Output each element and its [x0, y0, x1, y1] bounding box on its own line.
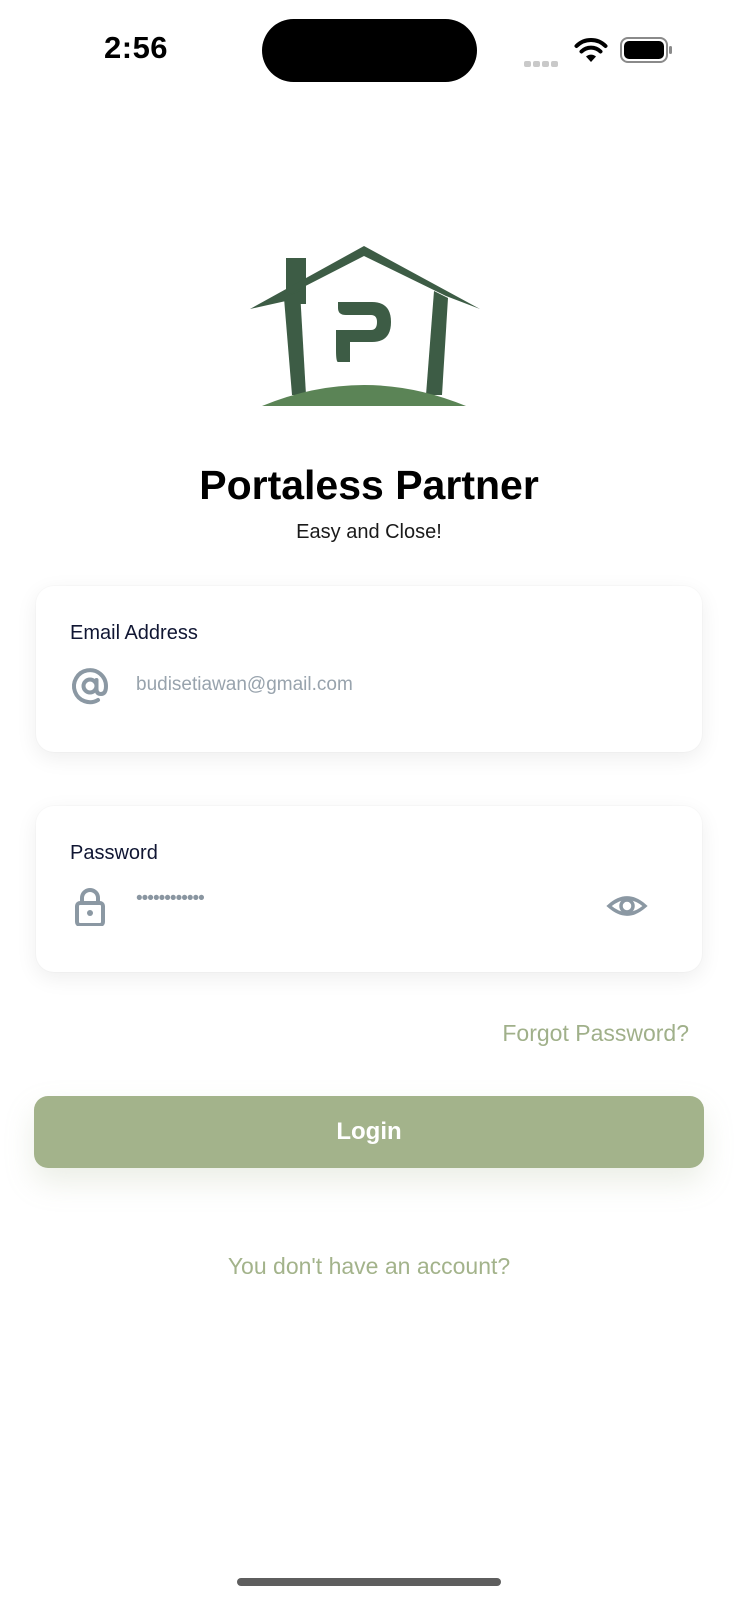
email-field[interactable]: Email Address budisetiawan@gmail.com: [36, 586, 702, 752]
at-sign-icon: [72, 668, 109, 705]
cellular-signal-icon: [524, 54, 560, 72]
status-time: 2:56: [104, 30, 169, 65]
login-button[interactable]: Login: [34, 1096, 704, 1168]
dynamic-island: [262, 19, 477, 82]
lock-icon: [75, 888, 105, 926]
signup-link[interactable]: You don't have an account?: [0, 1253, 738, 1280]
house-p-logo: [250, 246, 480, 406]
battery-icon: [620, 37, 672, 63]
wifi-icon: [574, 38, 608, 62]
forgot-password-link[interactable]: Forgot Password?: [502, 1020, 689, 1047]
eye-icon[interactable]: [606, 888, 648, 924]
email-input[interactable]: budisetiawan@gmail.com: [136, 674, 353, 696]
status-bar: 2:56: [0, 0, 738, 100]
email-label: Email Address: [70, 622, 198, 644]
password-field[interactable]: Password ••••••••••••: [36, 806, 702, 972]
app-title: Portaless Partner: [199, 462, 539, 508]
app-tagline: Easy and Close!: [296, 521, 442, 543]
password-label: Password: [70, 842, 158, 864]
password-input[interactable]: ••••••••••••: [136, 888, 205, 910]
home-indicator[interactable]: [237, 1578, 501, 1586]
